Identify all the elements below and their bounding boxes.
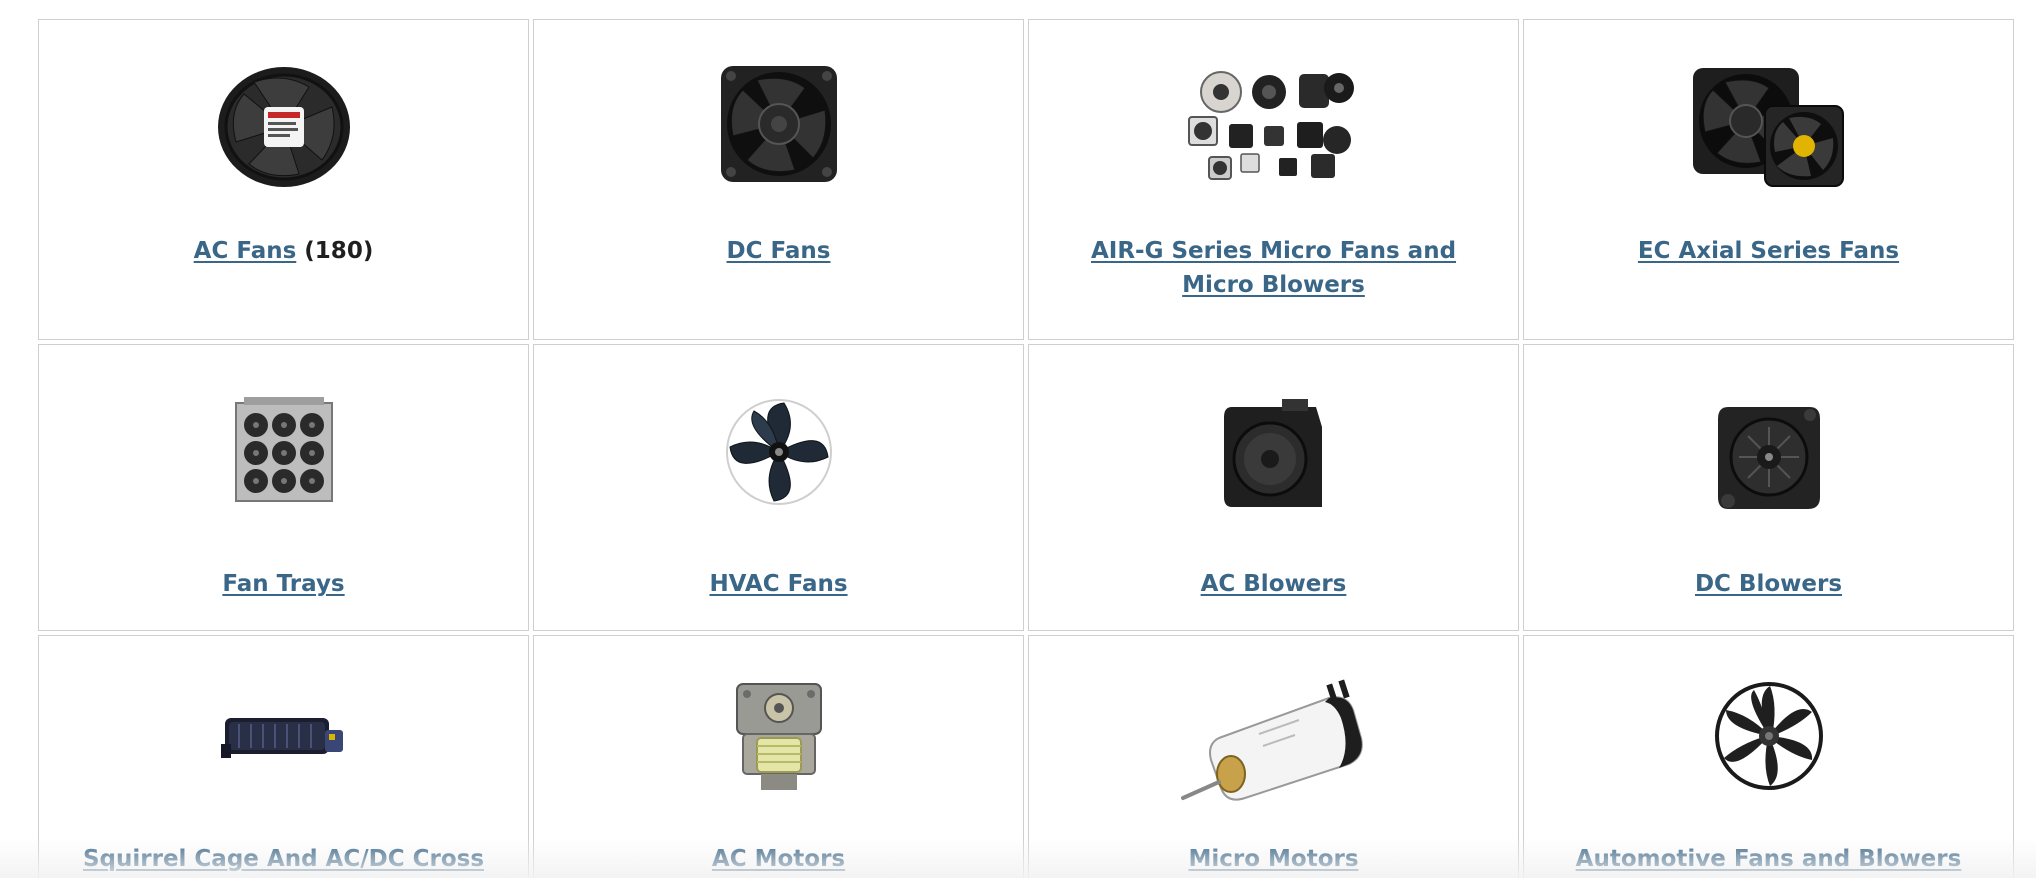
category-link[interactable]: Fan Trays [222, 571, 344, 597]
ac-motor-icon [735, 683, 822, 790]
category-tile-fan-trays[interactable]: Fan Trays [38, 344, 529, 631]
category-caption: Fan Trays [79, 567, 488, 601]
category-link[interactable]: AC Fans [194, 238, 297, 264]
automotive-fan-icon [1714, 682, 1823, 790]
category-caption: DC Fans [574, 234, 983, 268]
category-caption: AC Fans (180) [79, 234, 488, 268]
category-caption: EC Axial Series Fans [1564, 234, 1973, 268]
category-link[interactable]: AIR-G Series Micro Fans and Micro Blower… [1091, 238, 1456, 298]
category-caption: AC Blowers [1069, 567, 1478, 601]
category-page: AC Fans (180) DC Fans AIR-G Series Micro… [0, 0, 2036, 878]
category-caption: Micro Motors [1069, 842, 1478, 876]
category-link[interactable]: Squirrel Cage And AC/DC Cross [83, 846, 484, 872]
category-link[interactable]: Automotive Fans and Blowers [1576, 846, 1962, 872]
micro-motor-icon [1180, 679, 1363, 801]
category-tile-dc-blowers[interactable]: DC Blowers [1523, 344, 2014, 631]
category-caption: Squirrel Cage And AC/DC Cross [79, 842, 488, 876]
category-tile-ac-motors[interactable]: AC Motors [533, 635, 1024, 878]
category-caption: DC Blowers [1564, 567, 1973, 601]
squirrel-cage-blower-icon [220, 718, 343, 758]
fan-tray-icon [234, 397, 333, 502]
category-link[interactable]: AC Blowers [1201, 571, 1347, 597]
category-link[interactable]: EC Axial Series Fans [1638, 238, 1899, 264]
category-link[interactable]: Micro Motors [1188, 846, 1358, 872]
category-caption: AC Motors [574, 842, 983, 876]
category-tile-ac-fans[interactable]: AC Fans (180) [38, 19, 529, 340]
category-link[interactable]: HVAC Fans [709, 571, 847, 597]
ac-fan-icon [217, 67, 350, 187]
category-link[interactable]: DC Blowers [1695, 571, 1842, 597]
category-caption: HVAC Fans [574, 567, 983, 601]
dc-fan-icon [720, 66, 837, 182]
category-tile-air-g-series[interactable]: AIR-G Series Micro Fans and Micro Blower… [1028, 19, 1519, 340]
micro-fans-group-icon [1187, 71, 1354, 180]
ec-axial-fans-icon [1692, 68, 1844, 187]
product-count: (180) [304, 238, 374, 264]
category-tile-automotive[interactable]: Automotive Fans and Blowers [1523, 635, 2014, 878]
category-caption: AIR-G Series Micro Fans and Micro Blower… [1069, 234, 1478, 302]
hvac-fan-icon [725, 399, 832, 505]
ac-blower-icon [1223, 399, 1322, 507]
category-tile-ec-axial[interactable]: EC Axial Series Fans [1523, 19, 2014, 340]
dc-blower-icon [1717, 407, 1820, 509]
category-tile-hvac-fans[interactable]: HVAC Fans [533, 344, 1024, 631]
category-tile-micro-motors[interactable]: Micro Motors [1028, 635, 1519, 878]
category-tile-ac-blowers[interactable]: AC Blowers [1028, 344, 1519, 631]
category-link[interactable]: AC Motors [712, 846, 845, 872]
category-tile-dc-fans[interactable]: DC Fans [533, 19, 1024, 340]
category-grid: AC Fans (180) DC Fans AIR-G Series Micro… [38, 19, 2016, 878]
category-link[interactable]: DC Fans [727, 238, 831, 264]
category-tile-squirrel-cage[interactable]: Squirrel Cage And AC/DC Cross [38, 635, 529, 878]
category-caption: Automotive Fans and Blowers [1564, 842, 1973, 876]
